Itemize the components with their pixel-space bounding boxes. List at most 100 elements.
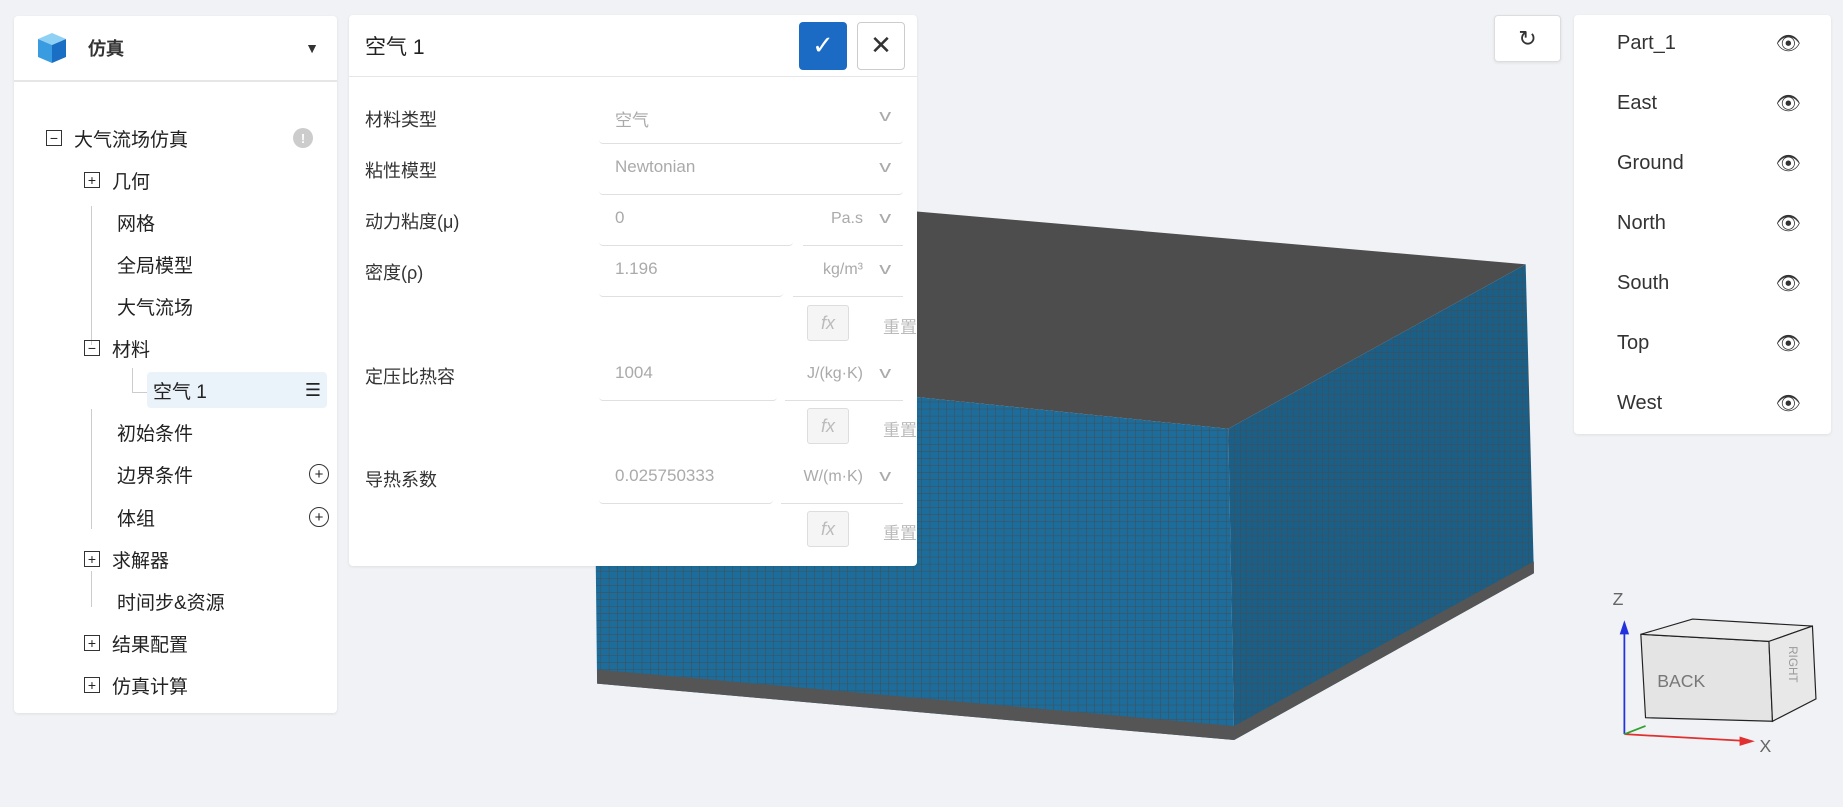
field-thermal-conductivity: 导热系数 0.025750333 W/(m·K) v bbox=[365, 454, 903, 504]
menu-icon[interactable]: ☰ bbox=[305, 380, 321, 401]
form-title: 空气 1 bbox=[365, 35, 425, 59]
tree-item-sim-calc[interactable]: + 仿真计算 bbox=[84, 667, 188, 703]
dynamic-viscosity-input[interactable]: 0 bbox=[599, 196, 793, 246]
tree-label: 全局模型 bbox=[117, 255, 194, 277]
add-icon[interactable]: + bbox=[309, 464, 329, 484]
tree-label: 大气流场 bbox=[117, 297, 194, 319]
tree-label: 仿真计算 bbox=[112, 676, 189, 698]
part-name: North bbox=[1617, 211, 1666, 234]
cube-logo-icon bbox=[38, 33, 66, 63]
unit-label: J/(kg·K) bbox=[807, 365, 863, 382]
thermal-conductivity-input[interactable]: 0.025750333 bbox=[599, 454, 773, 504]
panel-title: 仿真 bbox=[88, 39, 124, 59]
part-name: Part_1 bbox=[1617, 31, 1676, 54]
tree-label: 边界条件 bbox=[117, 465, 194, 487]
specific-heat-input[interactable]: 1004 bbox=[599, 351, 777, 401]
field-value: 1004 bbox=[615, 363, 653, 382]
field-dynamic-viscosity: 动力粘度(μ) 0 Pa.s v bbox=[365, 196, 903, 246]
tree-item-geometry[interactable]: + 几何 bbox=[84, 162, 150, 198]
reset-button[interactable]: 重置 bbox=[883, 519, 917, 544]
chevron-down-icon: v bbox=[878, 466, 891, 485]
field-value: 1.196 bbox=[615, 259, 658, 278]
visibility-row[interactable]: Ground 👁 bbox=[1617, 143, 1801, 183]
tree-item-air1[interactable]: 空气 1 ☰ bbox=[147, 372, 327, 408]
chevron-down-icon: v bbox=[878, 208, 891, 227]
material-form-panel: 空气 1 ✓ ✕ 材料类型 空气 v 粘性模型 Newtonian v 动力粘度(μ… bbox=[349, 15, 917, 566]
expand-icon[interactable]: + bbox=[84, 677, 100, 693]
tree-item-atmos-flow[interactable]: 大气流场 bbox=[117, 288, 193, 324]
reset-button[interactable]: 重置 bbox=[883, 416, 917, 441]
reset-view-button[interactable]: ↻ bbox=[1494, 15, 1561, 62]
visibility-row[interactable]: Part_1 👁 bbox=[1617, 23, 1801, 63]
tree-item-material[interactable]: − 材料 bbox=[84, 330, 150, 366]
visibility-row[interactable]: East 👁 bbox=[1617, 83, 1801, 123]
eye-icon[interactable]: 👁 bbox=[1776, 271, 1801, 296]
tree-label: 初始条件 bbox=[117, 423, 194, 445]
tree-label: 空气 1 bbox=[153, 381, 207, 403]
collapse-icon[interactable]: − bbox=[84, 340, 100, 356]
part-name: East bbox=[1617, 91, 1658, 114]
eye-icon[interactable]: 👁 bbox=[1776, 31, 1801, 56]
chevron-down-icon: v bbox=[878, 363, 891, 382]
fx-button[interactable]: fx bbox=[807, 408, 849, 444]
tree-label: 几何 bbox=[112, 171, 151, 193]
gizmo-face-right: RIGHT bbox=[1786, 646, 1799, 683]
chevron-down-icon: v bbox=[878, 259, 891, 278]
unit-select[interactable]: Pa.s v bbox=[803, 196, 903, 246]
close-icon: ✕ bbox=[870, 30, 892, 60]
close-button[interactable]: ✕ bbox=[857, 21, 905, 70]
panel-header[interactable]: 仿真 ▼ bbox=[14, 16, 337, 82]
expand-icon[interactable]: + bbox=[84, 635, 100, 651]
tree-item-global-model[interactable]: 全局模型 bbox=[117, 246, 193, 282]
simulation-tree-panel: 仿真 ▼ − 大气流场仿真! + 几何 网格 全局模型 大气流场 − 材料 空气 1 ☰… bbox=[14, 16, 337, 713]
fx-button[interactable]: fx bbox=[807, 511, 849, 547]
add-icon[interactable]: + bbox=[309, 507, 329, 527]
tree-item-timestep[interactable]: 时间步&资源 bbox=[117, 583, 225, 619]
tree-item-boundary[interactable]: 边界条件 + bbox=[117, 456, 329, 492]
eye-icon[interactable]: 👁 bbox=[1776, 211, 1801, 236]
tree-label: 体组 bbox=[117, 508, 156, 530]
eye-icon[interactable]: 👁 bbox=[1776, 331, 1801, 356]
field-value: 0 bbox=[615, 208, 625, 227]
unit-select[interactable]: kg/m³ v bbox=[793, 247, 903, 297]
tree-item-solver[interactable]: + 求解器 bbox=[84, 541, 169, 577]
tree-item-root[interactable]: − 大气流场仿真! bbox=[46, 120, 337, 156]
tree-label: 材料 bbox=[112, 339, 151, 361]
reset-button[interactable]: 重置 bbox=[883, 313, 917, 338]
gizmo-z-label: Z bbox=[1613, 589, 1624, 609]
eye-icon[interactable]: 👁 bbox=[1776, 91, 1801, 116]
expand-icon[interactable]: + bbox=[84, 172, 100, 188]
tree-label: 时间步&资源 bbox=[117, 592, 225, 614]
visibility-row[interactable]: Top 👁 bbox=[1617, 323, 1801, 363]
unit-select[interactable]: W/(m·K) v bbox=[781, 454, 903, 504]
unit-select[interactable]: J/(kg·K) v bbox=[785, 351, 903, 401]
field-material-type: 材料类型 空气 v bbox=[365, 94, 903, 144]
part-name: Ground bbox=[1617, 151, 1684, 174]
field-label: 动力粘度(μ) bbox=[365, 212, 460, 232]
density-input[interactable]: 1.196 bbox=[599, 247, 783, 297]
fx-button[interactable]: fx bbox=[807, 305, 849, 341]
visibility-row[interactable]: North 👁 bbox=[1617, 203, 1801, 243]
tree-item-body-group[interactable]: 体组 + bbox=[117, 499, 329, 535]
tree-label: 结果配置 bbox=[112, 634, 189, 656]
rotate-icon: ↻ bbox=[1518, 25, 1537, 51]
expand-icon[interactable]: + bbox=[84, 551, 100, 567]
eye-icon[interactable]: 👁 bbox=[1776, 151, 1801, 176]
visibility-panel: Part_1 👁 East 👁 Ground 👁 North 👁 South 👁 Top 👁… bbox=[1574, 15, 1831, 434]
unit-label: W/(m·K) bbox=[803, 468, 863, 485]
field-label: 材料类型 bbox=[365, 110, 437, 130]
check-icon: ✓ bbox=[812, 30, 834, 60]
part-name: Top bbox=[1617, 331, 1650, 354]
tree-item-mesh[interactable]: 网格 bbox=[117, 204, 155, 240]
tree-label: 网格 bbox=[117, 213, 156, 235]
dropdown-caret-icon[interactable]: ▼ bbox=[305, 40, 319, 56]
eye-icon[interactable]: 👁 bbox=[1776, 391, 1801, 416]
material-type-select[interactable]: 空气 v bbox=[599, 94, 903, 144]
tree-item-result-config[interactable]: + 结果配置 bbox=[84, 625, 188, 661]
confirm-button[interactable]: ✓ bbox=[799, 21, 847, 70]
visibility-row[interactable]: South 👁 bbox=[1617, 263, 1801, 303]
tree-item-initial[interactable]: 初始条件 bbox=[117, 414, 193, 450]
visibility-row[interactable]: West 👁 bbox=[1617, 383, 1801, 423]
viscosity-model-select[interactable]: Newtonian v bbox=[599, 145, 903, 195]
collapse-icon[interactable]: − bbox=[46, 130, 62, 146]
